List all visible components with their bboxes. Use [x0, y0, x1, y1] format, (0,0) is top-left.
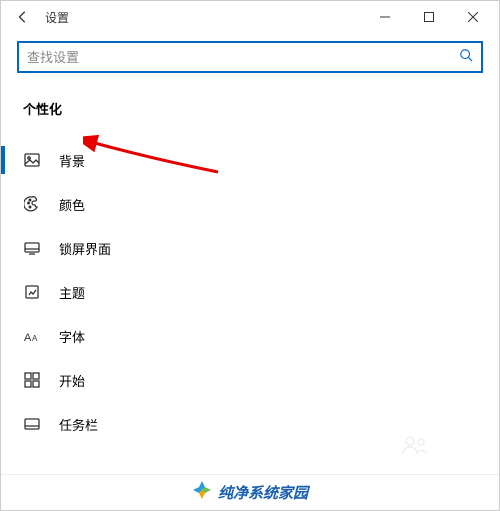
people-icon	[401, 435, 429, 460]
footer-brand: 纯净系统家园	[1, 474, 499, 510]
close-button[interactable]	[451, 1, 495, 33]
brand-text: 纯净系统家园	[218, 482, 308, 503]
window-title: 设置	[45, 9, 69, 26]
palette-icon	[23, 195, 41, 213]
brand-logo-icon	[192, 480, 212, 505]
search-container	[1, 33, 499, 81]
search-icon	[459, 48, 473, 67]
nav-item-colors[interactable]: 颜色	[1, 182, 499, 226]
nav-item-lockscreen[interactable]: 锁屏界面	[1, 226, 499, 270]
nav-item-start[interactable]: 开始	[1, 358, 499, 402]
font-icon: AA	[23, 327, 41, 345]
nav-item-themes[interactable]: 主题	[1, 270, 499, 314]
taskbar-icon	[23, 415, 41, 433]
minimize-button[interactable]	[363, 1, 407, 33]
maximize-button[interactable]	[407, 1, 451, 33]
search-box[interactable]	[17, 41, 483, 73]
nav-item-label: 主题	[59, 283, 85, 302]
category-title: 个性化	[1, 81, 499, 124]
window-controls	[363, 1, 495, 33]
nav-item-label: 任务栏	[59, 415, 98, 434]
search-input[interactable]	[27, 50, 459, 65]
start-icon	[23, 371, 41, 389]
svg-text:A: A	[24, 332, 32, 344]
titlebar: 设置	[1, 1, 499, 33]
back-button[interactable]	[5, 1, 41, 33]
nav-item-label: 颜色	[59, 195, 85, 214]
picture-icon	[23, 151, 41, 169]
svg-text:A: A	[32, 334, 38, 343]
nav-list: 背景 颜色 锁屏界面 主题 AA 字体 开始 任务栏	[1, 138, 499, 446]
nav-item-background[interactable]: 背景	[1, 138, 499, 182]
nav-item-label: 背景	[59, 151, 85, 170]
nav-item-fonts[interactable]: AA 字体	[1, 314, 499, 358]
nav-item-label: 字体	[59, 327, 85, 346]
nav-item-label: 锁屏界面	[59, 239, 111, 258]
theme-icon	[23, 283, 41, 301]
nav-item-label: 开始	[59, 371, 85, 390]
lockscreen-icon	[23, 239, 41, 257]
